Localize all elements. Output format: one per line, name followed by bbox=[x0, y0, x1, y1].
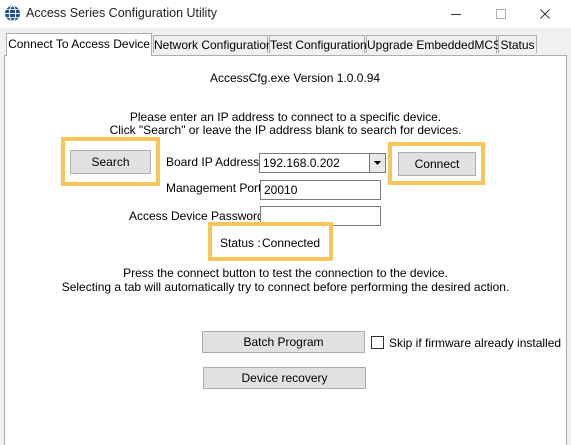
close-icon[interactable] bbox=[537, 6, 553, 22]
board-ip-value: 192.168.0.202 bbox=[263, 156, 340, 170]
management-port-value: 20010 bbox=[264, 183, 298, 197]
instruction-line-2: Click "Search" or leave the IP address b… bbox=[109, 123, 462, 137]
window-title: Access Series Configuration Utility bbox=[26, 6, 218, 20]
search-button[interactable]: Search bbox=[70, 150, 151, 174]
connect-button[interactable]: Connect bbox=[398, 152, 476, 176]
tab-connect-to-access-device[interactable]: Connect To Access Device bbox=[6, 33, 152, 56]
chevron-down-icon[interactable] bbox=[369, 154, 385, 172]
status-value: Connected bbox=[262, 236, 321, 250]
title-bar: Access Series Configuration Utility bbox=[0, 0, 571, 28]
maximize-icon[interactable] bbox=[493, 6, 509, 22]
instruction-line-1: Please enter an IP address to connect to… bbox=[129, 110, 442, 124]
minimize-icon[interactable] bbox=[448, 6, 464, 22]
info-line-2: Selecting a tab will automatically try t… bbox=[61, 280, 510, 294]
management-port-input[interactable]: 20010 bbox=[260, 180, 381, 200]
management-port-label: Management Port : bbox=[166, 181, 269, 195]
tab-upgrade-embeddedmcs[interactable]: Upgrade EmbeddedMCS bbox=[366, 35, 501, 53]
batch-program-button[interactable]: Batch Program bbox=[202, 331, 365, 353]
board-ip-label: Board IP Address : bbox=[166, 155, 266, 169]
tab-test-configuration[interactable]: Test Configuration bbox=[269, 35, 367, 53]
info-line-1: Press the connect button to test the con… bbox=[123, 266, 448, 280]
version-label: AccessCfg.exe Version 1.0.0.94 bbox=[210, 71, 381, 85]
tab-status[interactable]: Status bbox=[498, 35, 537, 53]
status-label: Status : bbox=[220, 236, 261, 250]
globe-icon bbox=[5, 5, 20, 22]
tab-network-configuration[interactable]: Network Configuration bbox=[153, 35, 273, 53]
password-label: Access Device Password : bbox=[129, 209, 271, 223]
board-ip-select[interactable]: 192.168.0.202 bbox=[259, 153, 386, 173]
skip-firmware-checkbox[interactable] bbox=[371, 336, 384, 349]
skip-firmware-label: Skip if firmware already installed bbox=[389, 336, 562, 350]
device-recovery-button[interactable]: Device recovery bbox=[203, 367, 366, 389]
